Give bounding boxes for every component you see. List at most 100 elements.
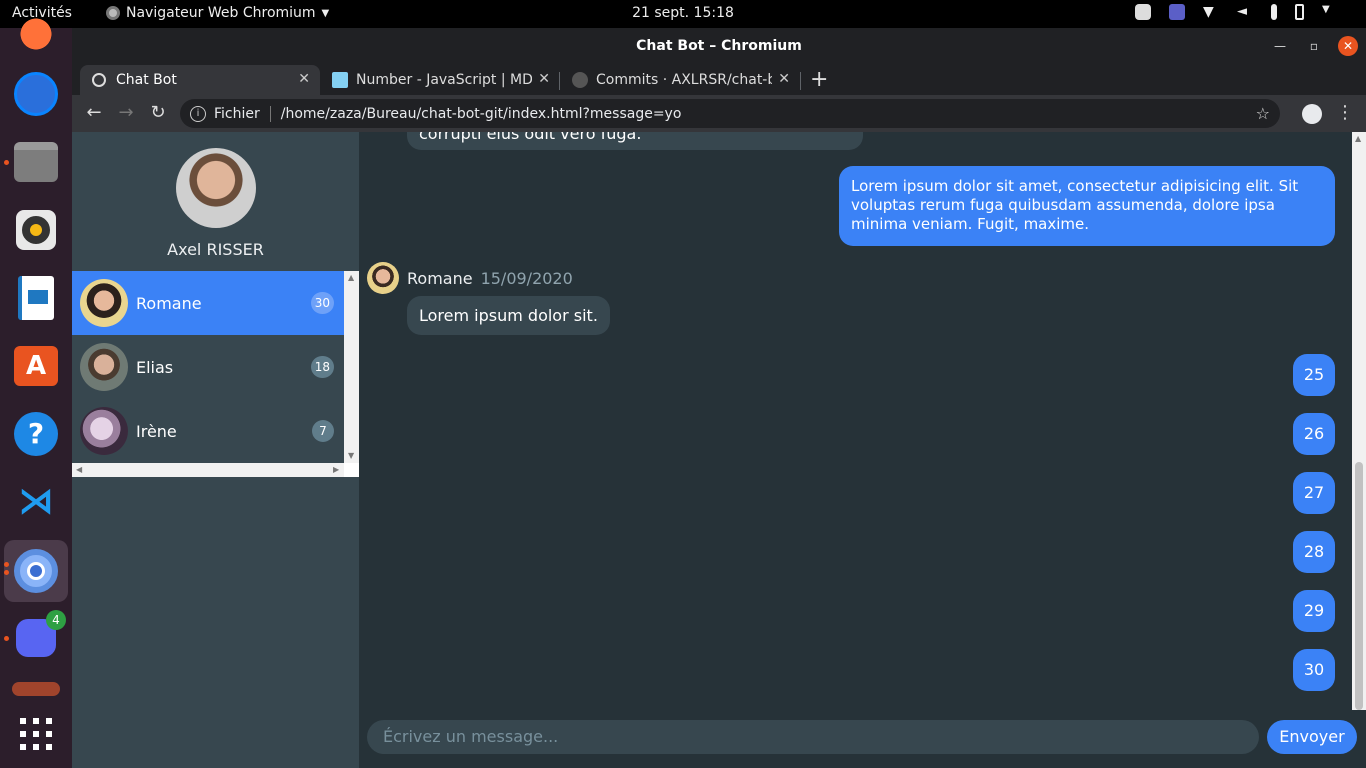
contact-item-romane[interactable]: Romane 30 bbox=[72, 271, 344, 335]
message-bubble-number: 26 bbox=[1293, 413, 1335, 455]
page-content: Axel RISSER Romane 30 Elias 18 Irène 7 ▲… bbox=[72, 132, 1366, 768]
browser-window: Chat Bot – Chromium — ▫ ✕ Chat Bot ✕ Num… bbox=[72, 28, 1366, 768]
system-tray[interactable]: ▼ ◄ ▼ bbox=[1135, 4, 1338, 20]
system-top-bar: Activités Navigateur Web Chromium ▼ 21 s… bbox=[0, 0, 1366, 28]
microphone-icon[interactable] bbox=[1271, 4, 1277, 20]
discord-tray-icon[interactable] bbox=[1135, 4, 1151, 20]
message-text: Lorem ipsum dolor sit amet, consectetur … bbox=[851, 177, 1299, 233]
omnibox-divider bbox=[269, 105, 271, 122]
firefox-icon[interactable] bbox=[12, 10, 60, 58]
window-title: Chat Bot – Chromium bbox=[636, 38, 802, 54]
message-bubble-number: 29 bbox=[1293, 590, 1335, 632]
unread-badge: 18 bbox=[310, 356, 334, 378]
contact-name: Irène bbox=[136, 421, 177, 441]
mdn-icon bbox=[332, 72, 348, 88]
contact-name: Elias bbox=[136, 357, 174, 377]
scroll-down-arrow-icon[interactable]: ▼ bbox=[348, 451, 354, 460]
globe-icon bbox=[92, 73, 106, 87]
running-indicator bbox=[4, 160, 9, 165]
chromium-dock-icon[interactable] bbox=[4, 540, 68, 602]
tab-label: Chat Bot bbox=[116, 72, 177, 88]
contact-item-irene[interactable]: Irène 7 bbox=[72, 399, 344, 463]
vscode-icon[interactable]: ⋊ bbox=[12, 478, 60, 526]
message-bubble-received: Lorem ipsum dolor sit. bbox=[407, 296, 610, 335]
message-input[interactable]: Écrivez un message... bbox=[367, 720, 1259, 754]
rhythmbox-icon[interactable] bbox=[12, 206, 60, 254]
new-tab-button[interactable]: + bbox=[810, 67, 828, 92]
address-bar[interactable]: i Fichier /home/zaza/Bureau/chat-bot-git… bbox=[180, 99, 1280, 128]
bookmark-star-icon[interactable]: ☆ bbox=[1256, 104, 1270, 123]
message-header: Romane 15/09/2020 bbox=[367, 262, 573, 294]
url-text[interactable]: /home/zaza/Bureau/chat-bot-git/index.htm… bbox=[281, 106, 682, 122]
message-date: 15/09/2020 bbox=[480, 268, 573, 288]
profile-icon[interactable] bbox=[1302, 104, 1322, 124]
running-indicator bbox=[4, 570, 9, 575]
contact-list-vertical-scrollbar[interactable]: ▲ ▼ bbox=[344, 271, 359, 463]
avatar bbox=[80, 407, 128, 455]
message-bubble-partial: corrupti eius odit vero fuga. bbox=[407, 132, 863, 150]
contact-name: Romane bbox=[136, 293, 202, 313]
teams-tray-icon[interactable] bbox=[1169, 4, 1185, 20]
sender-avatar bbox=[367, 262, 399, 294]
message-bubble-number: 25 bbox=[1293, 354, 1335, 396]
close-tab-icon[interactable]: ✕ bbox=[778, 71, 790, 87]
software-center-icon[interactable]: A bbox=[12, 342, 60, 390]
send-button[interactable]: Envoyer bbox=[1267, 720, 1357, 754]
close-window-button[interactable]: ✕ bbox=[1338, 36, 1358, 56]
thunderbird-icon[interactable] bbox=[12, 70, 60, 118]
forward-button[interactable]: → bbox=[114, 101, 138, 125]
back-button[interactable]: ← bbox=[82, 101, 106, 125]
scroll-left-arrow-icon[interactable]: ◀ bbox=[76, 465, 82, 474]
minimize-button[interactable]: — bbox=[1270, 36, 1290, 56]
notification-badge: 4 bbox=[46, 610, 66, 630]
tab-strip: Chat Bot ✕ Number - JavaScript | MDN ✕ C… bbox=[72, 62, 1366, 95]
github-icon bbox=[572, 72, 588, 88]
contact-item-elias[interactable]: Elias 18 bbox=[72, 335, 344, 399]
tab-separator bbox=[800, 72, 801, 90]
dock: A ? ⋊ 4 bbox=[0, 10, 72, 768]
close-tab-icon[interactable]: ✕ bbox=[538, 71, 550, 87]
message-text: Lorem ipsum dolor sit. bbox=[419, 306, 598, 325]
page-scheme-label[interactable]: Fichier bbox=[214, 106, 260, 122]
discord-icon[interactable]: 4 bbox=[12, 610, 66, 662]
profile-name: Axel RISSER bbox=[167, 240, 264, 259]
message-bubble-number: 30 bbox=[1293, 649, 1335, 691]
help-icon[interactable]: ? bbox=[12, 410, 60, 458]
contact-list[interactable]: Romane 30 Elias 18 Irène 7 ▲ ▼ ◀ ▶ bbox=[72, 271, 359, 477]
message-bubble-number: 28 bbox=[1293, 531, 1335, 573]
reload-button[interactable]: ↻ bbox=[146, 101, 170, 125]
running-indicator bbox=[4, 636, 9, 641]
system-menu-chevron-icon[interactable]: ▼ bbox=[1322, 4, 1338, 20]
maximize-button[interactable]: ▫ bbox=[1304, 36, 1324, 56]
chat-panel: corrupti eius odit vero fuga. Lorem ipsu… bbox=[359, 132, 1366, 768]
partial-dock-icon[interactable] bbox=[12, 682, 60, 696]
battery-icon[interactable] bbox=[1295, 4, 1304, 20]
message-bubble-sent: Lorem ipsum dolor sit amet, consectetur … bbox=[839, 166, 1335, 246]
scroll-right-arrow-icon[interactable]: ▶ bbox=[333, 465, 339, 474]
tab-label: Number - JavaScript | MDN bbox=[356, 72, 532, 88]
unread-badge: 7 bbox=[312, 420, 334, 442]
running-indicator bbox=[4, 562, 9, 567]
files-icon[interactable] bbox=[12, 138, 60, 186]
tab-mdn[interactable]: Number - JavaScript | MDN ✕ bbox=[320, 65, 560, 95]
chat-scrollbar[interactable]: ▲ bbox=[1352, 132, 1366, 710]
scroll-up-arrow-icon[interactable]: ▲ bbox=[348, 273, 354, 282]
menu-kebab-icon[interactable]: ⋮ bbox=[1336, 102, 1354, 124]
info-icon[interactable]: i bbox=[190, 105, 206, 122]
tab-github-commits[interactable]: Commits · AXLRSR/chat-b ✕ bbox=[560, 65, 800, 95]
sender-name: Romane bbox=[407, 268, 473, 288]
contact-list-horizontal-scrollbar[interactable]: ◀ ▶ bbox=[72, 463, 344, 477]
avatar bbox=[80, 343, 128, 391]
profile-avatar bbox=[176, 148, 256, 228]
close-tab-icon[interactable]: ✕ bbox=[298, 71, 310, 87]
message-bubble-number: 27 bbox=[1293, 472, 1335, 514]
wifi-icon[interactable]: ▼ bbox=[1203, 4, 1219, 20]
show-applications-icon[interactable] bbox=[12, 710, 60, 758]
browser-toolbar: ← → ↻ i Fichier /home/zaza/Bureau/chat-b… bbox=[72, 95, 1366, 132]
chat-scrollbar-thumb[interactable] bbox=[1355, 462, 1363, 710]
window-titlebar[interactable]: Chat Bot – Chromium — ▫ ✕ bbox=[72, 28, 1366, 62]
tab-chat-bot[interactable]: Chat Bot ✕ bbox=[80, 65, 320, 95]
volume-icon[interactable]: ◄ bbox=[1237, 4, 1253, 20]
libreoffice-impress-icon[interactable] bbox=[12, 274, 60, 322]
scroll-up-arrow-icon[interactable]: ▲ bbox=[1355, 134, 1361, 143]
